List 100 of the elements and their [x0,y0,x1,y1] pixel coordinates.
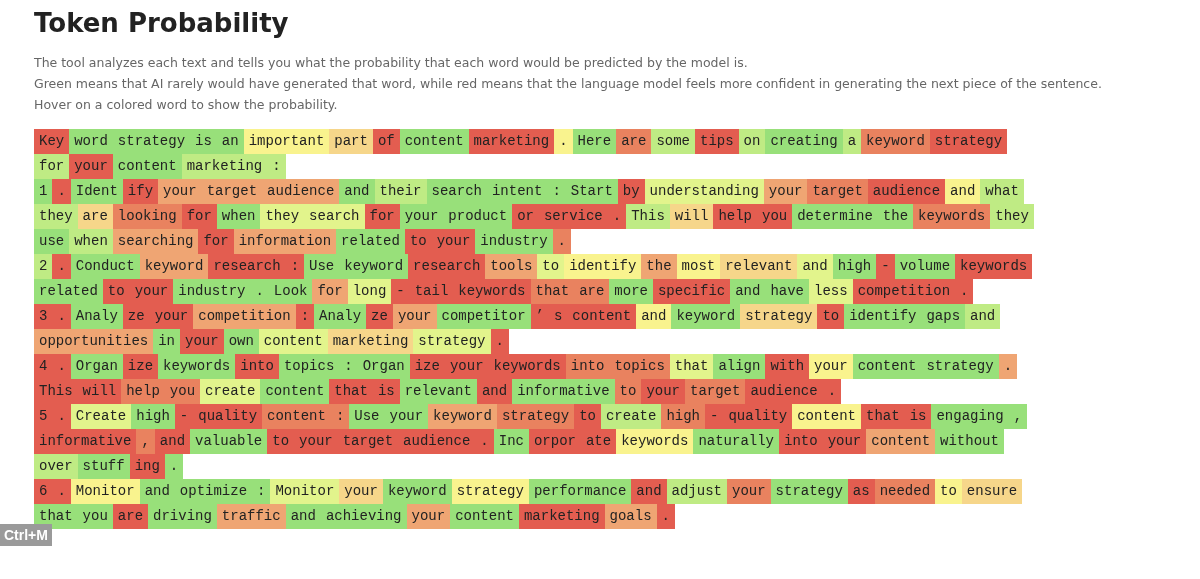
token[interactable]: your [180,329,224,354]
token[interactable]: search [304,204,365,229]
token[interactable]: content [399,129,469,154]
token[interactable]: are [616,129,652,154]
token[interactable]: This [626,204,670,229]
token[interactable]: have [765,279,809,304]
token[interactable]: ze [366,304,393,329]
token[interactable]: into [779,429,823,454]
token[interactable]: valuable [190,429,268,454]
token[interactable]: Here [572,129,617,154]
token[interactable]: tools [485,254,538,279]
token[interactable]: some [651,129,695,154]
token[interactable]: opportunities [34,329,154,354]
token[interactable]: audience [745,379,823,404]
token[interactable]: is [372,379,400,404]
token[interactable]: your [641,379,685,404]
token[interactable]: Use [349,404,385,429]
token[interactable]: orpor [528,429,581,454]
token[interactable]: information [233,229,337,254]
token[interactable]: strategy [921,354,999,379]
token[interactable]: high [832,254,877,279]
token[interactable]: goals [604,504,657,529]
token[interactable]: for [34,154,70,179]
token[interactable]: as [847,479,875,504]
token[interactable]: audience [867,179,946,204]
token[interactable]: keywords [488,354,566,379]
token[interactable]: are [112,504,149,529]
token[interactable]: competition [193,304,296,329]
token[interactable]: competition [852,279,956,304]
token[interactable]: for [364,204,400,229]
token[interactable]: content [567,304,637,329]
token[interactable]: keyword [382,479,452,504]
token[interactable]: : [339,354,358,379]
token[interactable]: they [34,204,78,229]
token[interactable]: 6 [34,479,53,504]
token[interactable]: keywords [955,254,1033,279]
token[interactable]: and [339,179,375,204]
token[interactable]: to [574,404,601,429]
token[interactable]: keywords [158,354,236,379]
token[interactable]: marketing [181,154,268,179]
token[interactable]: quality [723,404,793,429]
token[interactable]: This [34,379,78,404]
token[interactable]: Organ [70,354,123,379]
token[interactable]: 2 [34,254,53,279]
token[interactable]: traffic [216,504,286,529]
token[interactable]: ensure [961,479,1023,504]
token[interactable]: audience [262,179,340,204]
token[interactable]: and [730,279,766,304]
token[interactable]: . [554,129,573,154]
token[interactable]: you [757,204,793,229]
token[interactable]: target [337,429,399,454]
token[interactable]: Key [34,129,70,154]
token[interactable]: will [669,204,714,229]
token[interactable]: help [121,379,165,404]
token[interactable]: that [669,354,714,379]
token[interactable]: adjust [666,479,727,504]
token[interactable]: keyword [671,304,741,329]
token[interactable]: is [190,129,217,154]
token[interactable]: and [636,304,672,329]
token[interactable]: your [431,229,476,254]
token[interactable]: and [797,254,833,279]
token[interactable]: keyword [139,254,209,279]
token[interactable]: . [52,354,71,379]
token[interactable]: Conduct [70,254,140,279]
token[interactable]: . [250,279,269,304]
token[interactable]: when [216,204,261,229]
token[interactable]: content [262,404,331,429]
token[interactable]: will [77,379,122,404]
token[interactable]: the [877,204,914,229]
token[interactable]: audience [398,429,476,454]
token[interactable]: identify [564,254,642,279]
token[interactable]: your [392,304,437,329]
token[interactable]: keywords [453,279,531,304]
token[interactable]: most [676,254,721,279]
token[interactable]: naturally [693,429,780,454]
token[interactable]: 1 [34,179,53,204]
token[interactable]: Monitor [270,479,340,504]
token[interactable]: is [904,404,932,429]
token[interactable]: creating [765,129,843,154]
token[interactable]: Inc [493,429,529,454]
token[interactable]: by [617,179,645,204]
token[interactable]: they [990,204,1034,229]
token[interactable]: when [69,229,113,254]
token[interactable]: your [809,354,853,379]
token[interactable]: tips [695,129,739,154]
token[interactable]: Analy [314,304,367,329]
token[interactable]: related [34,279,103,304]
token[interactable]: and [965,304,1001,329]
token[interactable]: long [347,279,392,304]
token[interactable]: your [158,179,202,204]
token[interactable]: relevant [399,379,477,404]
token[interactable]: the [641,254,677,279]
token[interactable]: word [69,129,113,154]
token[interactable]: strategy [496,404,575,429]
token[interactable]: ify [122,179,159,204]
token[interactable]: topics [278,354,340,379]
token[interactable]: content [792,404,861,429]
token[interactable]: marketing [518,504,605,529]
token[interactable]: gaps [921,304,966,329]
token[interactable]: keyword [339,254,409,279]
